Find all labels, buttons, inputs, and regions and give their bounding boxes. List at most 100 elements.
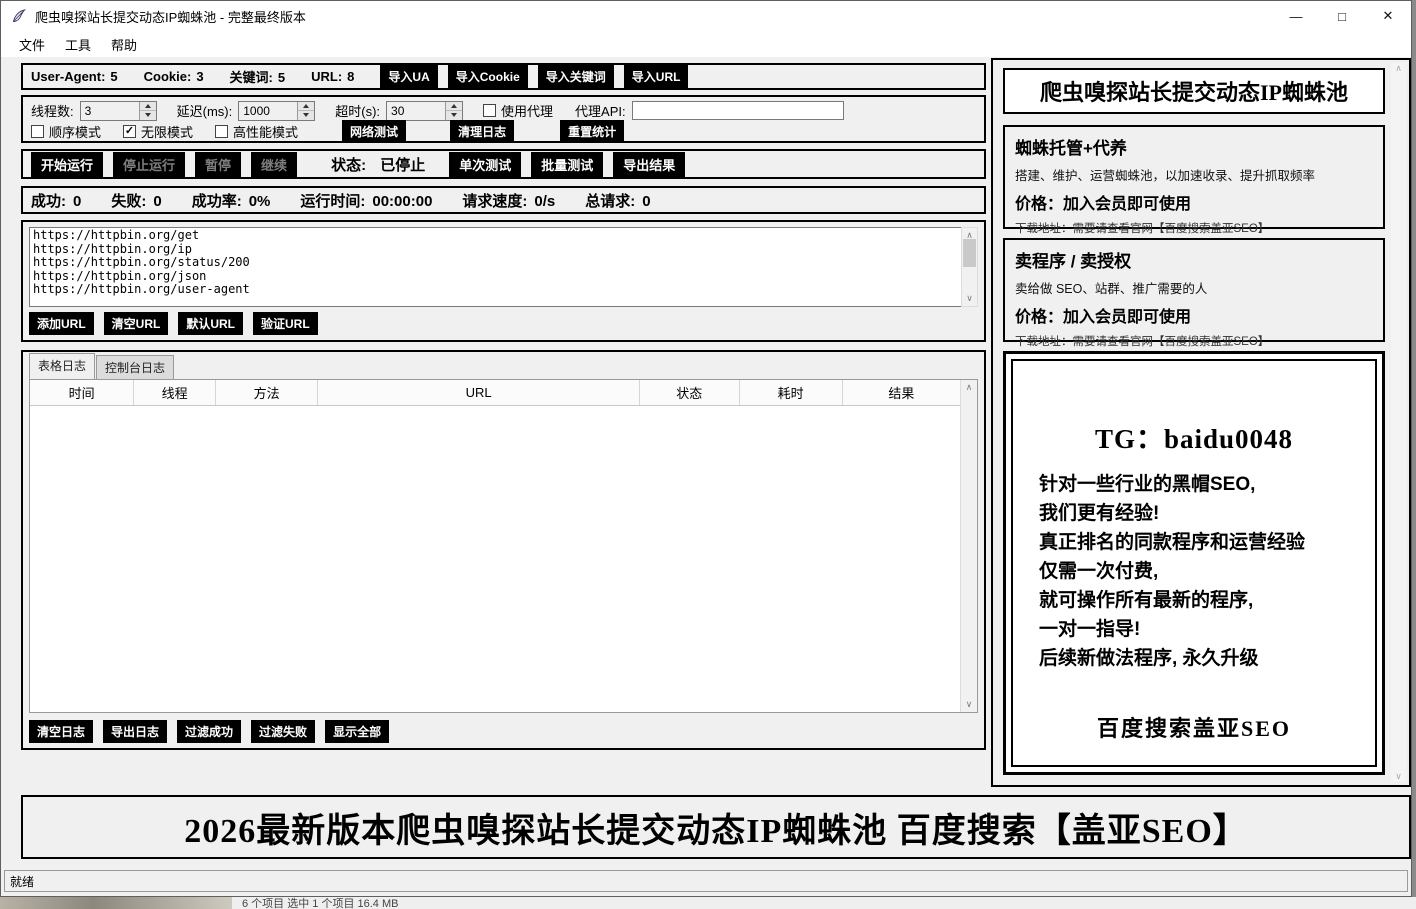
keyword-count-value: 5 bbox=[278, 70, 285, 85]
single-test-button[interactable]: 单次测试 bbox=[449, 152, 521, 177]
settings-panel: 线程数: 3 延迟(ms): 1000 超时(s): 30 bbox=[21, 95, 986, 143]
ad-download-info: 下载地址：需要请查看官网【百度搜索盖亚SEO】 bbox=[1015, 220, 1373, 236]
use-proxy-label: 使用代理 bbox=[501, 101, 553, 120]
cookie-count-value: 3 bbox=[196, 69, 203, 84]
menu-file[interactable]: 文件 bbox=[9, 32, 55, 57]
desktop-right-sliver bbox=[1412, 0, 1416, 897]
spin-down-icon[interactable] bbox=[446, 111, 462, 120]
network-test-button[interactable]: 网络测试 bbox=[342, 120, 406, 143]
delay-value[interactable]: 1000 bbox=[239, 102, 297, 120]
minimize-icon[interactable]: — bbox=[1273, 1, 1319, 31]
ad-download-info: 下载地址：需要请查看官网【百度搜索盖亚SEO】 bbox=[1015, 333, 1373, 349]
status-bar: 就绪 bbox=[4, 870, 1408, 892]
menu-tools[interactable]: 工具 bbox=[55, 32, 101, 57]
use-proxy-checkbox[interactable]: 使用代理 bbox=[483, 101, 553, 120]
col-time[interactable]: 时间 bbox=[30, 380, 134, 405]
col-status[interactable]: 状态 bbox=[640, 380, 740, 405]
checkbox-icon[interactable] bbox=[123, 125, 136, 138]
unlimited-mode-label: 无限模式 bbox=[141, 122, 193, 141]
log-table-scrollbar[interactable]: ∧ ∨ bbox=[960, 380, 977, 712]
col-thread[interactable]: 线程 bbox=[134, 380, 216, 405]
col-elapsed[interactable]: 耗时 bbox=[740, 380, 843, 405]
url-list-wrap: https://httpbin.org/get https://httpbin.… bbox=[29, 227, 978, 307]
resume-button[interactable]: 继续 bbox=[251, 152, 297, 177]
run-status-value: 已停止 bbox=[380, 157, 425, 174]
maximize-icon[interactable]: □ bbox=[1319, 1, 1365, 31]
stop-run-button[interactable]: 停止运行 bbox=[113, 152, 185, 177]
clear-url-button[interactable]: 清空URL bbox=[104, 312, 169, 335]
high-performance-mode-label: 高性能模式 bbox=[233, 122, 298, 141]
close-icon[interactable]: ✕ bbox=[1365, 1, 1411, 31]
scroll-down-icon[interactable]: ∨ bbox=[1395, 771, 1402, 782]
timeout-value[interactable]: 30 bbox=[387, 102, 445, 120]
col-result[interactable]: 结果 bbox=[843, 380, 960, 405]
bottom-banner: 2026最新版本爬虫嗅探站长提交动态IP蜘蛛池 百度搜索【盖亚SEO】 bbox=[21, 795, 1411, 859]
title-bar[interactable]: 爬虫嗅探站长提交动态IP蜘蛛池 - 完整最终版本 — □ ✕ bbox=[1, 1, 1411, 31]
high-performance-mode-checkbox[interactable]: 高性能模式 bbox=[215, 122, 298, 141]
settings-row-1: 线程数: 3 延迟(ms): 1000 超时(s): 30 bbox=[31, 100, 976, 121]
tg-ad-footer: 百度搜索盖亚SEO bbox=[1039, 711, 1349, 743]
filter-success-button[interactable]: 过滤成功 bbox=[177, 720, 241, 743]
show-all-button[interactable]: 显示全部 bbox=[325, 720, 389, 743]
checkbox-icon[interactable] bbox=[215, 125, 228, 138]
clear-logs-button[interactable]: 清理日志 bbox=[450, 120, 514, 143]
batch-test-button[interactable]: 批量测试 bbox=[531, 152, 603, 177]
url-list-input[interactable]: https://httpbin.org/get https://httpbin.… bbox=[29, 227, 961, 307]
stat-success: 成功:0 bbox=[31, 190, 81, 211]
ad-price: 价格：加入会员即可使用 bbox=[1015, 190, 1373, 214]
thread-count-value[interactable]: 3 bbox=[81, 102, 139, 120]
col-method[interactable]: 方法 bbox=[216, 380, 318, 405]
default-url-button[interactable]: 默认URL bbox=[178, 312, 243, 335]
timeout-spinner[interactable]: 30 bbox=[386, 101, 463, 121]
url-count-label: URL: bbox=[311, 69, 342, 84]
thread-count-spinner[interactable]: 3 bbox=[80, 101, 157, 121]
scroll-up-icon[interactable]: ∧ bbox=[1395, 63, 1402, 74]
import-url-button[interactable]: 导入URL bbox=[624, 65, 689, 88]
import-ua-button[interactable]: 导入UA bbox=[380, 65, 437, 88]
checkbox-icon[interactable] bbox=[31, 125, 44, 138]
tab-table-log[interactable]: 表格日志 bbox=[29, 353, 95, 379]
url-list-scrollbar[interactable]: ∧ ∨ bbox=[961, 227, 978, 307]
stat-runtime: 运行时间:00:00:00 bbox=[300, 190, 432, 211]
scroll-up-icon[interactable]: ∧ bbox=[961, 380, 977, 395]
tg-contact: TG：baidu0048 bbox=[1039, 417, 1349, 456]
start-run-button[interactable]: 开始运行 bbox=[31, 152, 103, 177]
delay-spin-buttons bbox=[297, 102, 314, 120]
import-cookie-button[interactable]: 导入Cookie bbox=[448, 65, 528, 88]
url-buttons-row: 添加URL 清空URL 默认URL 验证URL bbox=[29, 312, 978, 335]
unlimited-mode-checkbox[interactable]: 无限模式 bbox=[123, 122, 193, 141]
scroll-down-icon[interactable]: ∨ bbox=[961, 697, 977, 712]
checkbox-icon[interactable] bbox=[483, 104, 496, 117]
pause-button[interactable]: 暂停 bbox=[195, 152, 241, 177]
log-table-body bbox=[30, 406, 960, 712]
verify-url-button[interactable]: 验证URL bbox=[253, 312, 318, 335]
spin-up-icon[interactable] bbox=[140, 102, 156, 112]
background-image-fragment bbox=[0, 897, 232, 909]
delay-spinner[interactable]: 1000 bbox=[238, 101, 315, 121]
export-log-button[interactable]: 导出日志 bbox=[103, 720, 167, 743]
tab-console-log[interactable]: 控制台日志 bbox=[96, 355, 174, 379]
cookie-count-label: Cookie: bbox=[144, 69, 192, 84]
proxy-api-label: 代理API: bbox=[575, 101, 626, 120]
log-buttons-row: 清空日志 导出日志 过滤成功 过滤失败 显示全部 bbox=[29, 720, 978, 743]
counts-bar: User-Agent:5 Cookie:3 关键词:5 URL:8 导入UA 导… bbox=[21, 63, 986, 90]
col-url[interactable]: URL bbox=[318, 380, 640, 405]
filter-failed-button[interactable]: 过滤失败 bbox=[251, 720, 315, 743]
reset-stats-button[interactable]: 重置统计 bbox=[560, 120, 624, 143]
menu-help[interactable]: 帮助 bbox=[101, 32, 147, 57]
tg-ad-line: 我们更有经验! bbox=[1039, 499, 1349, 528]
scrollbar-thumb[interactable] bbox=[963, 239, 976, 267]
right-panel-scrollbar[interactable]: ∧ ∨ bbox=[1391, 63, 1406, 782]
spin-down-icon[interactable] bbox=[140, 111, 156, 120]
log-tabs: 表格日志 控制台日志 bbox=[29, 357, 978, 379]
scroll-down-icon[interactable]: ∨ bbox=[962, 291, 977, 306]
add-url-button[interactable]: 添加URL bbox=[29, 312, 94, 335]
export-results-button[interactable]: 导出结果 bbox=[613, 152, 685, 177]
proxy-api-input[interactable] bbox=[632, 101, 844, 120]
spin-up-icon[interactable] bbox=[446, 102, 462, 112]
spin-up-icon[interactable] bbox=[298, 102, 314, 112]
spin-down-icon[interactable] bbox=[298, 111, 314, 120]
clear-log-button[interactable]: 清空日志 bbox=[29, 720, 93, 743]
sequential-mode-checkbox[interactable]: 顺序模式 bbox=[31, 122, 101, 141]
import-keyword-button[interactable]: 导入关键词 bbox=[538, 65, 614, 88]
